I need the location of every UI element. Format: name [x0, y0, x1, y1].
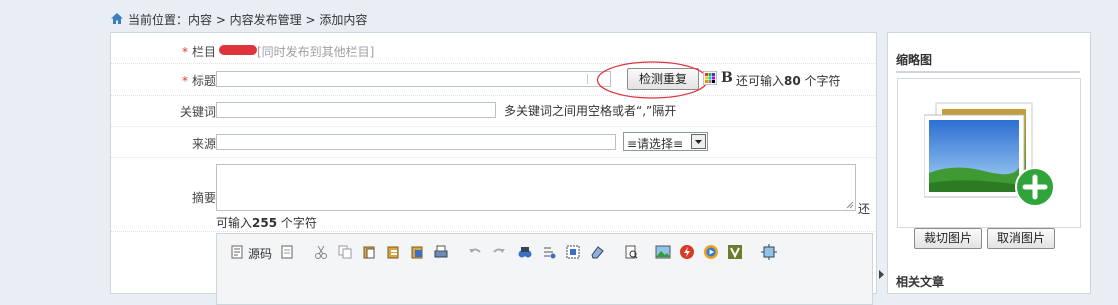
crop-image-button[interactable]: 裁切图片	[914, 228, 982, 249]
breadcrumb: 当前位置：内容 > 内容发布管理 > 添加内容	[110, 10, 367, 30]
source-select-value: ≡请选择≡	[627, 137, 684, 151]
media-icon[interactable]	[703, 244, 719, 260]
video-icon[interactable]	[727, 244, 743, 260]
resize-grip-icon[interactable]	[846, 201, 854, 209]
source-code-icon[interactable]	[229, 244, 245, 260]
collapse-arrow-icon[interactable]	[878, 270, 885, 279]
summary-trailing-text: 还	[858, 202, 871, 216]
add-image-icon[interactable]	[1014, 166, 1056, 208]
preview-icon[interactable]	[623, 244, 639, 260]
title-row: * 标题 检测重复 B 还可输入80 个字符	[111, 61, 876, 99]
summary-textarea[interactable]	[216, 164, 856, 211]
source-code-button[interactable]: 源码	[248, 245, 272, 262]
source-label: 来源	[191, 137, 216, 151]
undo-icon[interactable]	[467, 244, 483, 260]
column-value-redacted	[219, 45, 257, 55]
content-form: * 栏目 [同时发布到其他栏目] * 标题 检测重复 B 还可输入80 个字符 关键…	[110, 32, 877, 305]
source-row: 来源 ≡请选择≡	[111, 126, 876, 158]
source-input[interactable]	[216, 134, 616, 150]
summary-row: 摘要 还 可输入255 个字符	[111, 157, 876, 232]
keywords-input[interactable]	[216, 102, 496, 118]
summary-label: 摘要	[191, 191, 216, 205]
summary-char-count: 可输入255 个字符	[216, 216, 317, 230]
bold-toggle-icon[interactable]: B	[721, 70, 733, 86]
paste-word-icon[interactable]	[409, 244, 425, 260]
flash-icon[interactable]	[679, 244, 695, 260]
title-input[interactable]	[216, 71, 611, 87]
editor-toolbar: 源码	[216, 233, 873, 305]
find-icon[interactable]	[517, 244, 533, 260]
cancel-image-button[interactable]: 取消图片	[987, 228, 1055, 249]
remove-format-icon[interactable]	[589, 244, 605, 260]
source-select[interactable]: ≡请选择≡	[623, 132, 708, 151]
column-row: * 栏目 [同时发布到其他栏目]	[111, 33, 876, 64]
paste-text-icon[interactable]	[385, 244, 401, 260]
keywords-hint: 多关键词之间用空格或者“,”隔开	[504, 104, 677, 118]
fullscreen-icon[interactable]	[761, 244, 777, 260]
sidebar: 缩略图 裁切图片 取消图片 相关文章	[887, 32, 1091, 294]
keywords-row: 关键词 多关键词之间用空格或者“,”隔开	[111, 95, 876, 127]
cut-icon[interactable]	[313, 244, 329, 260]
redo-icon[interactable]	[491, 244, 507, 260]
column-label: * 栏目	[181, 45, 216, 59]
print-icon[interactable]	[433, 244, 449, 260]
image-icon[interactable]	[655, 244, 671, 260]
title-label: * 标题	[181, 74, 216, 88]
select-all-icon[interactable]	[565, 244, 581, 260]
breadcrumb-text: 当前位置：内容 > 内容发布管理 > 添加内容	[128, 13, 368, 27]
new-page-icon[interactable]	[279, 244, 295, 260]
title-input-divider	[587, 74, 588, 84]
column-multi-publish-link[interactable]: [同时发布到其他栏目]	[257, 43, 374, 60]
keywords-label: 关键词	[179, 105, 216, 119]
color-palette-icon[interactable]	[702, 70, 718, 88]
thumbnail-title-underline	[896, 71, 1080, 73]
thumbnail-upload-area[interactable]	[897, 78, 1081, 228]
paste-icon[interactable]	[361, 244, 377, 260]
replace-icon[interactable]	[541, 244, 557, 260]
title-char-count: 还可输入80 个字符	[736, 74, 841, 88]
home-icon[interactable]	[110, 11, 124, 31]
thumbnail-title: 缩略图	[896, 53, 933, 67]
related-articles-title: 相关文章	[896, 275, 945, 289]
copy-icon[interactable]	[337, 244, 353, 260]
chevron-down-icon[interactable]	[691, 134, 706, 149]
